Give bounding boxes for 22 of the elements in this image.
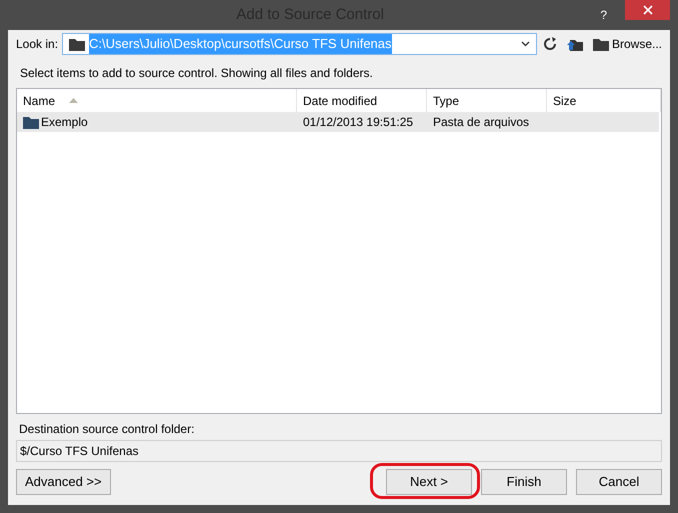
help-button[interactable]: ? (600, 6, 607, 24)
destination-label: Destination source control folder: (19, 421, 196, 438)
destination-field[interactable]: $/Curso TFS Unifenas (16, 440, 662, 462)
folder-icon (23, 116, 39, 128)
folder-up-icon[interactable] (566, 37, 583, 51)
look-in-label: Look in: (16, 36, 58, 53)
file-name: Exemplo (41, 114, 88, 131)
refresh-icon[interactable] (542, 37, 557, 51)
file-row[interactable]: Exemplo 01/12/2013 19:51:25 Pasta de arquivos (17, 112, 659, 132)
dialog-button[interactable]: Advanced >> (16, 469, 111, 495)
dialog-button[interactable]: Finish (481, 469, 567, 495)
close-button[interactable] (625, 0, 670, 20)
instructions-text: Select items to add to source control. Showing all files and folders. (20, 65, 374, 82)
close-icon (642, 5, 652, 15)
date-cell: 01/12/2013 19:51:25 (303, 115, 414, 129)
browse-button[interactable]: Browse... (592, 35, 662, 53)
type-cell: Pasta de arquivos (433, 115, 530, 129)
folder-icon (592, 38, 609, 50)
dialog-button[interactable]: Cancel (576, 469, 662, 495)
dialog-button[interactable]: Next > (386, 469, 472, 495)
folder-icon (69, 38, 86, 50)
chevron-down-icon (520, 41, 530, 47)
